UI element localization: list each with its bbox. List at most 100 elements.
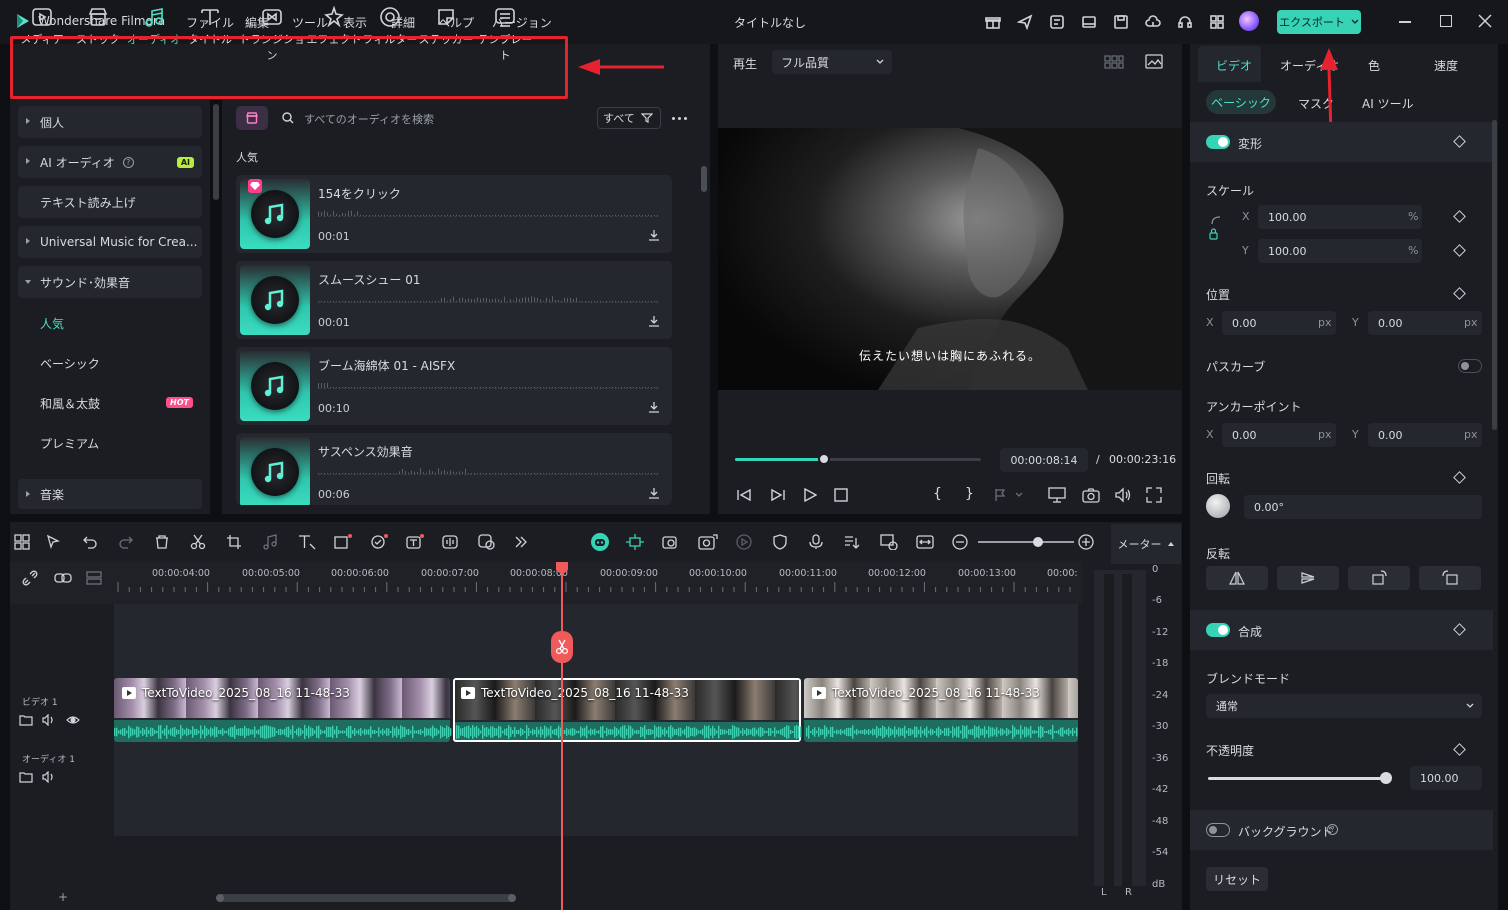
redo-icon[interactable] xyxy=(118,534,134,550)
rotate-cw-button[interactable] xyxy=(1348,566,1410,590)
send-icon[interactable] xyxy=(1017,14,1033,30)
flip-vertical-button[interactable] xyxy=(1277,566,1339,590)
snapshot-image-icon[interactable] xyxy=(1145,54,1163,70)
fullscreen-icon[interactable] xyxy=(1146,487,1162,503)
layout-icon[interactable] xyxy=(1081,14,1097,30)
maximize-icon[interactable] xyxy=(1440,15,1452,27)
keyframe-tool-icon[interactable] xyxy=(698,534,718,550)
avatar[interactable] xyxy=(1239,11,1259,31)
rotate-input[interactable]: 0.00° xyxy=(1244,495,1482,519)
ai-text-icon[interactable] xyxy=(406,534,424,550)
gift-icon[interactable] xyxy=(985,14,1001,30)
microphone-icon[interactable] xyxy=(808,534,824,550)
sidebar-sub-popular[interactable]: 人気 xyxy=(40,315,64,332)
zoom-slider-handle[interactable] xyxy=(1033,537,1043,547)
subtab-basic[interactable]: ベーシック xyxy=(1206,90,1276,114)
export-button[interactable]: エクスポート xyxy=(1277,10,1361,34)
search-input[interactable]: すべてのオーディオを検索 xyxy=(304,111,434,127)
sidebar-item-music[interactable]: 音楽 xyxy=(18,479,202,509)
props-scrollbar[interactable] xyxy=(1492,120,1497,430)
step-forward-icon[interactable] xyxy=(770,488,786,502)
rotate-ccw-button[interactable] xyxy=(1419,566,1481,590)
tab-video[interactable]: ビデオ xyxy=(1216,57,1252,74)
mark-out-icon[interactable]: } xyxy=(965,486,974,502)
snap-magnet-icon[interactable] xyxy=(626,534,644,550)
sticker-tool-icon[interactable] xyxy=(478,534,496,550)
layout-grid-icon[interactable] xyxy=(14,534,30,550)
volume-icon[interactable] xyxy=(42,714,56,726)
sidebar-item-personal[interactable]: 個人 xyxy=(18,106,202,138)
download-icon[interactable] xyxy=(648,229,660,241)
store-icon[interactable] xyxy=(236,106,268,130)
add-icon[interactable]: + xyxy=(58,890,68,904)
sidebar-item-ai-audio[interactable]: AI オーディオ ? AI xyxy=(18,146,202,178)
mark-in-icon[interactable]: { xyxy=(933,486,942,502)
scale-y-input[interactable]: 100.00 xyxy=(1258,239,1422,263)
project-icon[interactable] xyxy=(1049,14,1065,30)
zoom-slider[interactable] xyxy=(978,541,1074,543)
sidebar-sub-premium[interactable]: プレミアム xyxy=(40,435,99,452)
download-icon[interactable] xyxy=(648,487,660,499)
scissors-icon[interactable] xyxy=(190,534,206,550)
download-icon[interactable] xyxy=(648,401,660,413)
stop-icon[interactable] xyxy=(834,488,848,502)
play-icon[interactable] xyxy=(803,488,817,502)
ai-cutout-icon[interactable] xyxy=(370,534,388,550)
scale-x-input[interactable]: 100.00 xyxy=(1258,205,1422,229)
transform-toggle[interactable] xyxy=(1206,135,1230,149)
opacity-slider[interactable] xyxy=(1208,777,1386,780)
select-tool-icon[interactable] xyxy=(46,534,62,550)
video-frame[interactable]: 伝えたい想いは胸にあふれる。 xyxy=(718,128,1182,390)
flip-horizontal-button[interactable] xyxy=(1206,566,1268,590)
preview-progress-track[interactable] xyxy=(735,458,981,461)
zoom-in-icon[interactable] xyxy=(1078,534,1094,550)
grid-view-icon[interactable] xyxy=(1104,55,1124,69)
playhead-handle[interactable] xyxy=(555,562,569,576)
rotate-dial[interactable] xyxy=(1206,494,1230,518)
close-icon[interactable] xyxy=(1478,14,1492,28)
reset-button[interactable]: リセット xyxy=(1206,867,1268,891)
current-time-field[interactable]: 00:00:08:14 xyxy=(1000,448,1088,472)
cloud-upload-icon[interactable] xyxy=(1145,14,1161,30)
sidebar-item-sound-effects[interactable]: サウンド･効果音 xyxy=(18,266,202,298)
display-monitor-icon[interactable] xyxy=(1048,487,1066,503)
motion-track-icon[interactable] xyxy=(662,534,680,550)
meter-toggle[interactable]: メーター xyxy=(1111,524,1181,564)
tab-color[interactable]: 色 xyxy=(1368,57,1380,74)
path-curve-toggle[interactable] xyxy=(1458,359,1482,373)
camera-icon[interactable] xyxy=(1082,487,1100,503)
timeline-scrollbar[interactable] xyxy=(216,894,516,902)
folder-icon[interactable] xyxy=(19,771,33,783)
sidebar-sub-japanese[interactable]: 和風＆太鼓 xyxy=(40,395,100,412)
add-track-icon[interactable] xyxy=(86,570,102,586)
opacity-input[interactable]: 100.00 xyxy=(1410,766,1482,790)
folder-icon[interactable] xyxy=(19,714,33,726)
preview-progress-handle[interactable] xyxy=(817,453,830,465)
replace-media-icon[interactable] xyxy=(880,534,898,550)
undo-icon[interactable] xyxy=(82,534,98,550)
subtab-ai-tools[interactable]: AI ツール xyxy=(1362,95,1414,112)
sidebar-sub-basic[interactable]: ベーシック xyxy=(40,355,100,372)
link-lock-icon[interactable] xyxy=(1208,214,1230,244)
filter-dropdown[interactable]: すべて xyxy=(597,107,661,129)
opacity-slider-handle[interactable] xyxy=(1380,772,1392,784)
more-icon[interactable] xyxy=(672,117,687,120)
help-icon[interactable]: ? xyxy=(122,156,134,168)
shield-icon[interactable] xyxy=(772,534,788,550)
marker-icon[interactable] xyxy=(994,488,1024,502)
text-tool-icon[interactable] xyxy=(298,534,316,550)
fit-timeline-icon[interactable] xyxy=(916,534,934,550)
voiceover-icon[interactable] xyxy=(844,534,860,550)
more-tools-icon[interactable] xyxy=(514,534,528,550)
sidebar-item-tts[interactable]: テキスト読み上げ xyxy=(18,186,202,218)
audio-card[interactable]: 154をクリック 00:01 xyxy=(236,175,672,253)
download-icon[interactable] xyxy=(648,315,660,327)
render-icon[interactable] xyxy=(736,534,752,550)
sidebar-item-universal-music[interactable]: Universal Music for Crea... xyxy=(18,226,202,258)
unlink-icon[interactable] xyxy=(22,570,38,586)
box-tool-icon[interactable] xyxy=(334,534,352,550)
audio-card[interactable]: サスペンス効果音 00:06 xyxy=(236,433,672,505)
delete-icon[interactable] xyxy=(154,534,170,550)
help-icon[interactable]: ? xyxy=(1327,824,1338,835)
playhead[interactable] xyxy=(561,562,563,910)
